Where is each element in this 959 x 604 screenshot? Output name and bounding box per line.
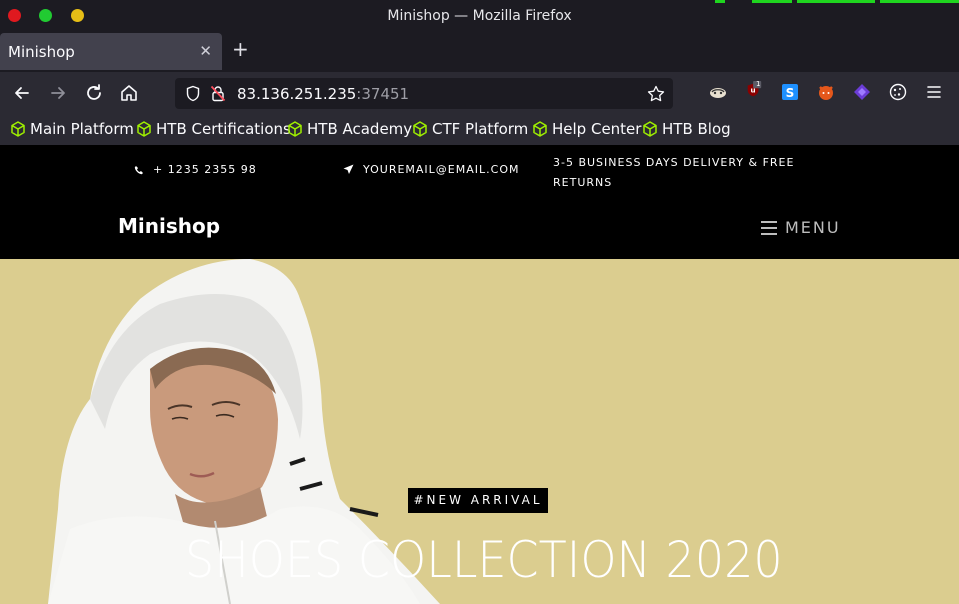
new-arrival-badge: #NEW ARRIVAL [408,488,548,513]
navigation-toolbar: 83.136.251.235:37451 u 1 S [0,72,959,114]
paper-plane-icon [343,164,354,174]
bookmark-label: Help Center [552,120,642,138]
system-indicator [752,0,792,3]
tab-title: Minishop [8,43,75,61]
phone-icon [134,166,143,175]
htb-cube-icon [533,121,547,137]
delivery-line: 3-5 BUSINESS DAYS DELIVERY & FREE [553,156,795,169]
close-tab-icon[interactable]: ✕ [199,42,212,60]
system-indicator [880,0,959,3]
email-address: YOUREMAIL@EMAIL.COM [363,163,520,176]
hero-banner: #NEW ARRIVAL SHOES COLLECTION 2020 [0,259,959,604]
htb-cube-icon [288,121,302,137]
phone-number: + 1235 2355 98 [153,163,257,176]
url-host: 83.136.251.235 [237,85,357,103]
back-icon[interactable] [11,82,33,104]
hackbar-extension-icon[interactable] [709,83,727,101]
home-icon[interactable] [118,82,140,104]
bookmark-label: Main Platform [30,120,134,138]
hero-headline: SHOES COLLECTION 2020 [185,531,783,589]
shield-icon[interactable] [185,85,201,102]
bookmark-star-icon[interactable] [647,85,665,102]
insecure-lock-icon[interactable] [210,85,226,102]
menu-icon [761,221,777,235]
url-text: 83.136.251.235:37451 [237,85,409,103]
topbar-delivery: 3-5 BUSINESS DAYS DELIVERY & FREE RETURN… [553,153,794,193]
hamburger-menu-icon[interactable] [925,83,943,101]
tab-minishop[interactable]: Minishop ✕ [0,33,222,70]
svg-text:S: S [786,86,795,100]
window-title: Minishop — Mozilla Firefox [387,8,572,24]
system-indicator [797,0,875,3]
cookie-editor-icon[interactable] [889,83,907,101]
htb-cube-icon [137,121,151,137]
menu-label: MENU [785,218,841,237]
ublock-badge: 1 [756,80,761,88]
window-titlebar: Minishop — Mozilla Firefox [0,0,959,31]
bookmark-label: HTB Blog [662,120,731,138]
foxy-proxy-icon[interactable] [817,83,835,101]
forward-icon[interactable] [47,82,69,104]
htb-cube-icon [11,121,25,137]
site-logo[interactable]: Minishop [118,214,220,238]
new-tab-icon[interactable]: + [232,39,249,59]
system-indicator [715,0,725,3]
bookmark-label: CTF Platform [432,120,529,138]
delivery-line: RETURNS [553,176,613,189]
bookmarks-toolbar: Main Platform HTB Certifications HTB Aca… [0,114,959,145]
url-bar[interactable]: 83.136.251.235:37451 [175,78,673,109]
s-extension-icon[interactable]: S [781,83,799,101]
wappalyzer-icon[interactable] [853,83,871,101]
tab-strip: Minishop ✕ + [0,31,959,72]
bookmark-label: HTB Academy [307,120,413,138]
web-page: + 1235 2355 98 YOUREMAIL@EMAIL.COM 3-5 B… [0,145,959,604]
bookmark-label: HTB Certifications [156,120,291,138]
htb-cube-icon [413,121,427,137]
url-port: :37451 [356,85,410,103]
htb-cube-icon [643,121,657,137]
reload-icon[interactable] [83,82,105,104]
